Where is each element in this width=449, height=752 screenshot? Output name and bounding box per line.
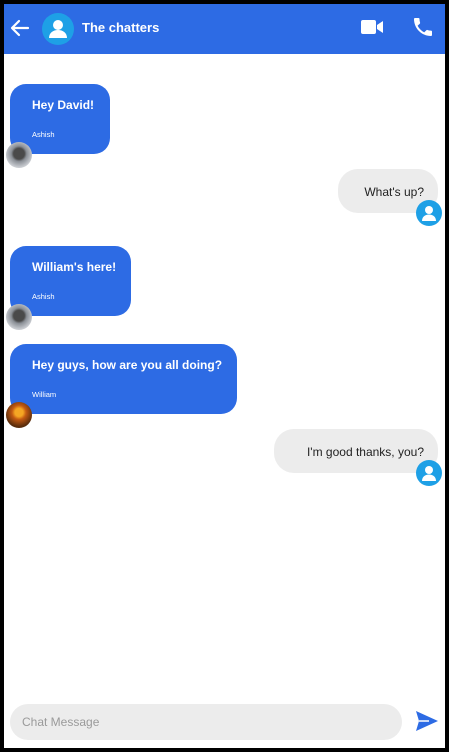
message-sender: Ashish: [32, 130, 55, 139]
back-button[interactable]: [8, 16, 32, 40]
message-text: Hey David!: [32, 98, 95, 112]
message-text: What's up?: [364, 185, 424, 199]
voice-call-button[interactable]: [411, 15, 435, 39]
user-icon: [422, 466, 436, 481]
chat-title: The chatters: [82, 20, 160, 35]
message-text: Hey guys, how are you all doing?: [32, 358, 223, 372]
message-text: William's here!: [32, 260, 117, 274]
message-bubble-incoming[interactable]: Hey guys, how are you all doing? William: [10, 344, 237, 414]
own-avatar[interactable]: [416, 460, 442, 486]
sender-avatar[interactable]: [6, 304, 32, 330]
user-icon: [49, 20, 67, 38]
message-sender: William: [32, 390, 57, 399]
chat-message-input[interactable]: [10, 704, 402, 740]
send-button[interactable]: [415, 710, 439, 732]
message-bubble-outgoing[interactable]: I'm good thanks, you?: [274, 429, 438, 473]
sender-avatar[interactable]: [6, 402, 32, 428]
message-text: I'm good thanks, you?: [306, 445, 424, 459]
arrow-left-icon: [10, 19, 30, 37]
chat-header: The chatters: [4, 4, 445, 54]
video-call-button[interactable]: [360, 17, 384, 37]
video-camera-icon: [361, 20, 383, 34]
send-icon: [416, 711, 438, 731]
chat-screen: The chatters Hey David! Ashish What's up…: [4, 4, 445, 748]
own-avatar[interactable]: [416, 200, 442, 226]
message-bubble-incoming[interactable]: William's here! Ashish: [10, 246, 131, 316]
message-sender: Ashish: [32, 292, 55, 301]
phone-icon: [414, 18, 432, 36]
user-icon: [422, 206, 436, 221]
group-avatar[interactable]: [42, 13, 74, 45]
sender-avatar[interactable]: [6, 142, 32, 168]
message-composer: [10, 704, 402, 740]
